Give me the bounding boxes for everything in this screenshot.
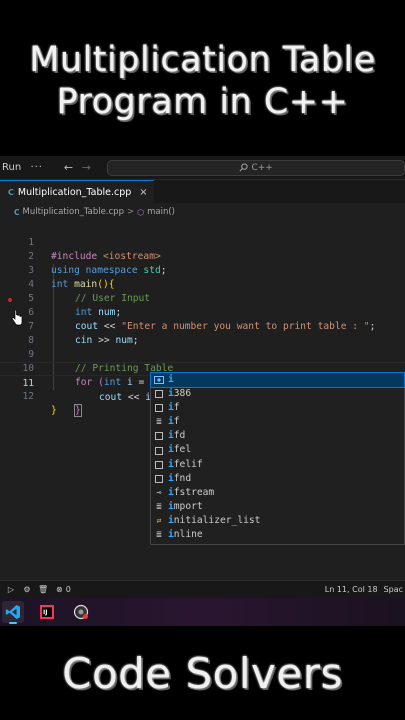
suggestion-item[interactable]: if bbox=[151, 401, 404, 415]
suggestion-rest: f bbox=[173, 402, 180, 414]
hand-pointer-icon bbox=[11, 310, 23, 326]
suggestion-item[interactable]: ≣ import bbox=[151, 500, 404, 514]
command-center-search[interactable]: C++ bbox=[107, 159, 405, 176]
suggestion-item[interactable]: ifelif bbox=[151, 458, 404, 472]
suggestion-item[interactable]: ifel bbox=[151, 443, 404, 457]
search-icon bbox=[239, 163, 249, 172]
tab-label: Multiplication_Table.cpp bbox=[17, 186, 132, 198]
cpp-file-icon: C bbox=[14, 207, 20, 217]
function-symbol-icon: ⬡ bbox=[137, 207, 145, 217]
error-count: 0 bbox=[65, 585, 71, 594]
suggestion-rest: 386 bbox=[173, 388, 192, 400]
title-bar: Run ··· ← → C++ bbox=[0, 156, 405, 180]
code-line: 8 bbox=[0, 320, 405, 346]
suggestion-item[interactable]: ⇄ initializer_list bbox=[151, 514, 404, 528]
suggestion-item[interactable]: i386 bbox=[151, 387, 404, 401]
settings-gear-icon[interactable]: ⚙ bbox=[22, 585, 32, 594]
breadcrumb-file[interactable]: Multiplication_Table.cpp bbox=[23, 207, 124, 217]
suggestion-rest: fel bbox=[173, 444, 192, 456]
cursor-position[interactable]: Ln 11, Col 18 bbox=[325, 585, 384, 594]
status-bar: ▷ ⚙ 🗑 ⊗ 0 Ln 11, Col 18 Spac bbox=[0, 580, 405, 598]
back-arrow-icon[interactable]: ← bbox=[60, 161, 78, 174]
keyword-box-icon bbox=[154, 474, 164, 484]
search-text: C++ bbox=[251, 162, 273, 173]
run-icon[interactable]: ▷ bbox=[6, 585, 16, 594]
trash-icon[interactable]: 🗑 bbox=[38, 585, 48, 594]
code-line: 6 cout << "Enter a number you want to pr… bbox=[0, 292, 405, 332]
forward-arrow-icon[interactable]: → bbox=[77, 161, 95, 174]
suggestion-match: i bbox=[168, 374, 174, 385]
keyword-box-icon bbox=[154, 460, 164, 470]
title-line-2: Program in C++ bbox=[56, 82, 349, 122]
suggestion-item[interactable]: ⊸ ifstream bbox=[151, 486, 404, 500]
more-menu-button[interactable]: ··· bbox=[22, 162, 52, 173]
code-line: 1 #include <iostream> bbox=[0, 222, 405, 262]
breakpoint-hint-icon[interactable] bbox=[8, 298, 12, 302]
suggestion-item[interactable]: ifnd bbox=[151, 472, 404, 486]
tab-multiplication-table[interactable]: C Multiplication_Table.cpp × bbox=[0, 180, 154, 203]
breadcrumb-separator: > bbox=[126, 207, 135, 217]
suggestion-item[interactable]: i bbox=[150, 371, 405, 389]
video-title-banner: Multiplication Table Program in C++ bbox=[0, 0, 405, 156]
code-line: 3 int main(){ bbox=[0, 250, 405, 290]
problems-indicator[interactable]: ⊗ 0 bbox=[56, 585, 71, 594]
intellij-taskbar-icon[interactable]: IJ bbox=[36, 601, 58, 623]
code-line: 9 // Printing Table bbox=[0, 334, 405, 374]
interface-icon: ⊸ bbox=[156, 487, 162, 497]
suggestion-rest: nitializer_list bbox=[173, 514, 261, 526]
code-line: 4 // User Input bbox=[0, 264, 405, 304]
suggestion-rest: mport bbox=[173, 500, 203, 512]
breadcrumb: C Multiplication_Table.cpp > ⬡ main() bbox=[0, 203, 405, 221]
title-line-1: Multiplication Table bbox=[29, 40, 376, 80]
keyword-box-icon bbox=[154, 446, 164, 456]
menu-run[interactable]: Run bbox=[0, 162, 22, 173]
code-line: 5 int num; bbox=[0, 278, 405, 318]
suggestion-rest: fd bbox=[173, 430, 186, 442]
keyword-box-icon bbox=[154, 431, 164, 441]
close-tab-icon[interactable]: × bbox=[139, 187, 147, 198]
code-line: 7 cin >> num; bbox=[0, 306, 405, 346]
intellisense-suggest-widget[interactable]: i i386 if ≣ if ifd ifel ifelif ifnd ⊸ if… bbox=[150, 371, 405, 545]
suggestion-rest: f bbox=[173, 416, 180, 428]
code-line: 2 using namespace std; bbox=[0, 236, 405, 276]
editor-tab-bar: C Multiplication_Table.cpp × bbox=[0, 180, 405, 203]
keyword-box-icon bbox=[154, 389, 164, 399]
vscode-taskbar-icon[interactable] bbox=[2, 601, 24, 624]
recorder-taskbar-icon[interactable] bbox=[70, 601, 92, 623]
snippet-icon: ≣ bbox=[156, 417, 162, 428]
code-token: } bbox=[74, 404, 82, 417]
suggestion-rest: fnd bbox=[173, 472, 192, 484]
breadcrumb-symbol[interactable]: main() bbox=[147, 207, 175, 217]
suggestion-rest: fstream bbox=[173, 486, 215, 498]
svg-text:IJ: IJ bbox=[43, 609, 47, 616]
suggestion-rest: felif bbox=[173, 458, 203, 470]
os-taskbar: IJ bbox=[0, 598, 405, 626]
suggestion-rest: nline bbox=[173, 529, 203, 541]
cpp-file-icon: C bbox=[8, 187, 14, 197]
suggestion-item[interactable]: ≣ inline bbox=[151, 528, 404, 542]
class-icon: ⇄ bbox=[156, 515, 162, 525]
channel-name: Code Solvers bbox=[62, 648, 343, 698]
code-line: 10 for (int i = 0; i <= 10; i++){ bbox=[0, 348, 405, 389]
channel-footer: Code Solvers bbox=[0, 626, 405, 720]
suggestion-item[interactable]: ≣ if bbox=[151, 415, 404, 429]
keyword-box-icon bbox=[154, 403, 164, 413]
variable-icon bbox=[154, 375, 164, 385]
error-icon: ⊗ bbox=[56, 585, 63, 594]
suggestion-item[interactable]: ifd bbox=[151, 429, 404, 443]
indentation-setting[interactable]: Spac bbox=[384, 585, 405, 594]
snippet-icon: ≣ bbox=[156, 530, 162, 541]
code-token: } bbox=[51, 405, 57, 416]
vscode-window: Run ··· ← → C++ C Multiplication_Table.c… bbox=[0, 156, 405, 626]
snippet-icon: ≣ bbox=[156, 501, 162, 512]
